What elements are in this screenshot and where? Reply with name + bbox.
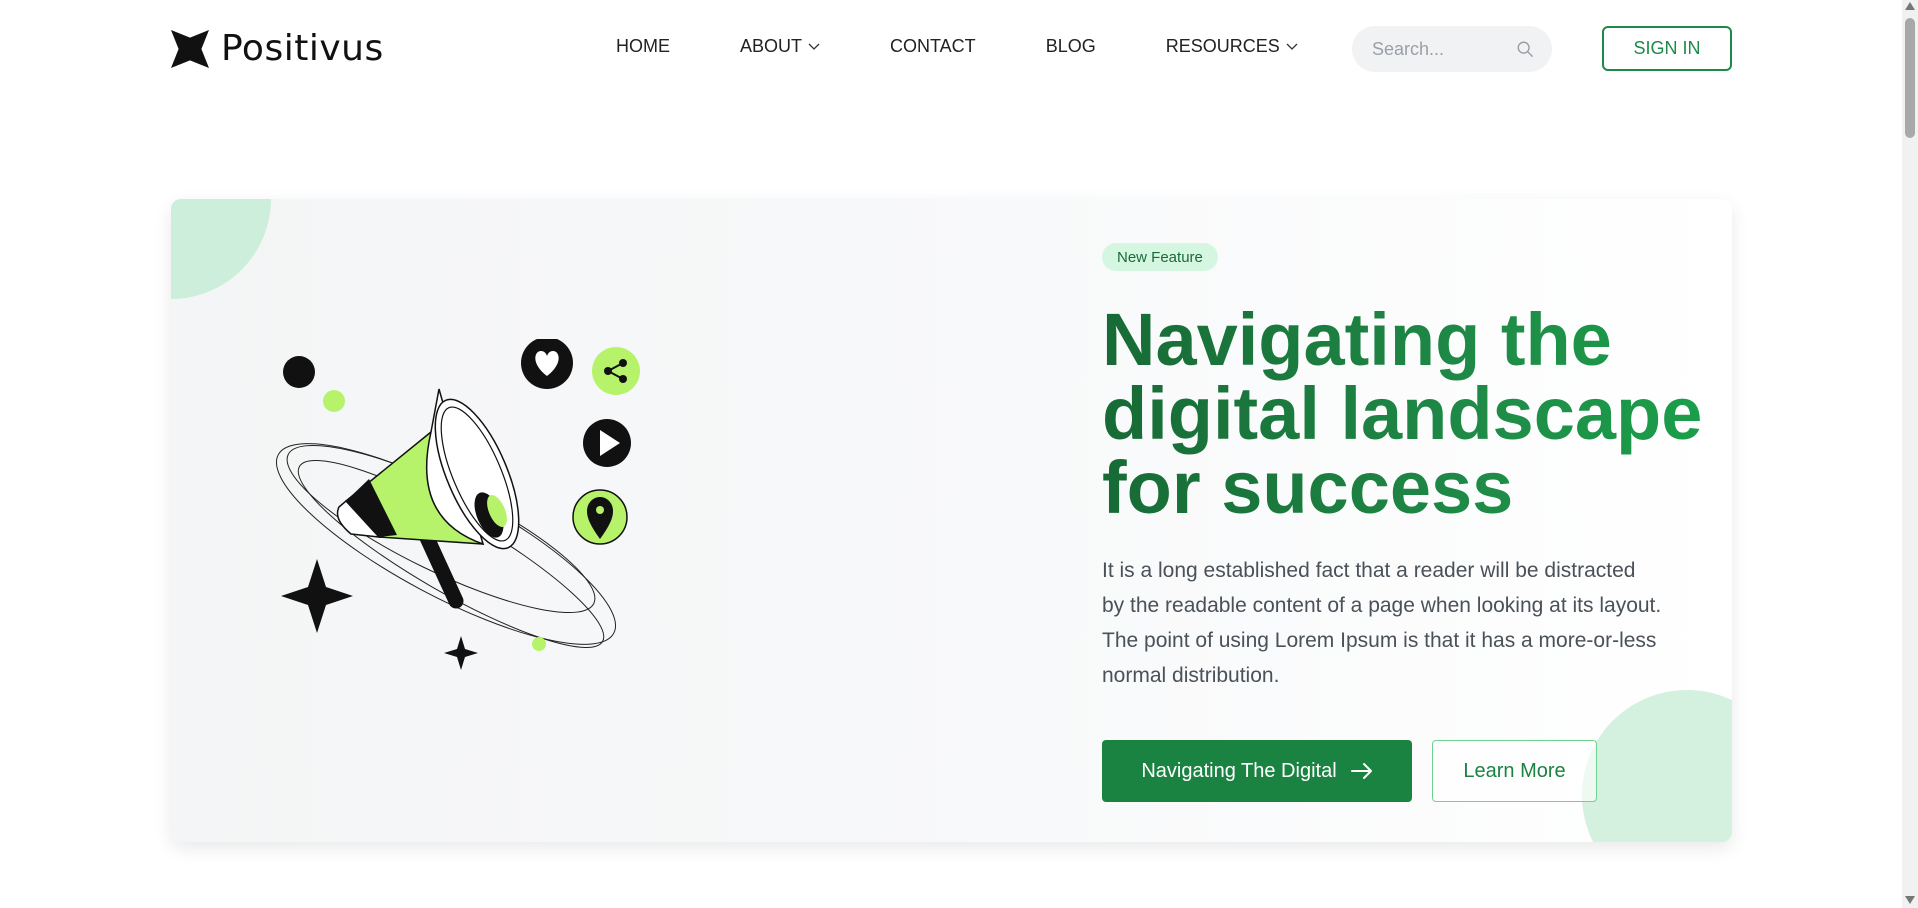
play-icon <box>583 419 631 467</box>
decorative-circle <box>171 199 271 299</box>
hero-headline: Navigating the digital landscape for suc… <box>1102 303 1722 525</box>
nav-about[interactable]: ABOUT <box>740 36 820 57</box>
search-box <box>1352 26 1552 72</box>
arrow-right-icon <box>1350 763 1372 779</box>
navigating-digital-button[interactable]: Navigating The Digital <box>1102 740 1412 802</box>
chevron-down-icon <box>1286 43 1298 50</box>
black-dot <box>283 356 315 388</box>
search-input[interactable] <box>1372 38 1512 60</box>
hero-description: It is a long established fact that a rea… <box>1102 559 1662 687</box>
lime-dot <box>323 390 345 412</box>
nav-blog[interactable]: BLOG <box>1046 36 1096 57</box>
nav-home[interactable]: HOME <box>616 36 670 57</box>
nav-contact[interactable]: CONTACT <box>890 36 976 57</box>
brand-name: Positivus <box>221 28 384 69</box>
nav-resources[interactable]: RESOURCES <box>1166 36 1298 57</box>
nav-blog-label: BLOG <box>1045 36 1096 56</box>
nav-home-label: HOME <box>616 36 670 56</box>
sparkle-icon <box>281 559 353 633</box>
nav-about-label: ABOUT <box>740 36 803 56</box>
new-feature-badge: New Feature <box>1102 243 1218 271</box>
location-pin-icon <box>572 489 628 545</box>
brand-logo[interactable]: Positivus <box>171 28 384 69</box>
decorative-circle <box>1582 690 1732 842</box>
megaphone-icon <box>336 388 520 550</box>
scrollbar-thumb[interactable] <box>1905 18 1915 138</box>
sign-in-button[interactable]: SIGN IN <box>1602 26 1732 71</box>
chevron-down-icon <box>808 43 820 50</box>
nav-resources-label: RESOURCES <box>1165 36 1280 56</box>
share-icon <box>592 347 640 395</box>
heart-icon <box>521 339 573 389</box>
scroll-down-arrow-icon[interactable] <box>1905 896 1915 904</box>
learn-more-button[interactable]: Learn More <box>1432 740 1597 802</box>
search-icon[interactable] <box>1516 40 1534 58</box>
sparkle-icon <box>444 636 478 670</box>
page-scrollbar[interactable] <box>1902 0 1918 908</box>
main-nav: HOME ABOUT CONTACT BLOG RESOURCES <box>616 36 1298 57</box>
site-header: Positivus HOME ABOUT CONTACT BLOG RESOUR… <box>0 0 1902 96</box>
navigating-digital-label: Navigating The Digital <box>1141 759 1337 782</box>
logo-star-icon <box>171 29 209 68</box>
hero-card: New Feature Navigating the digital lands… <box>171 199 1732 842</box>
nav-contact-label: CONTACT <box>890 36 976 56</box>
megaphone-illustration <box>275 339 640 670</box>
lime-dot <box>532 637 546 651</box>
scroll-up-arrow-icon[interactable] <box>1905 2 1915 10</box>
